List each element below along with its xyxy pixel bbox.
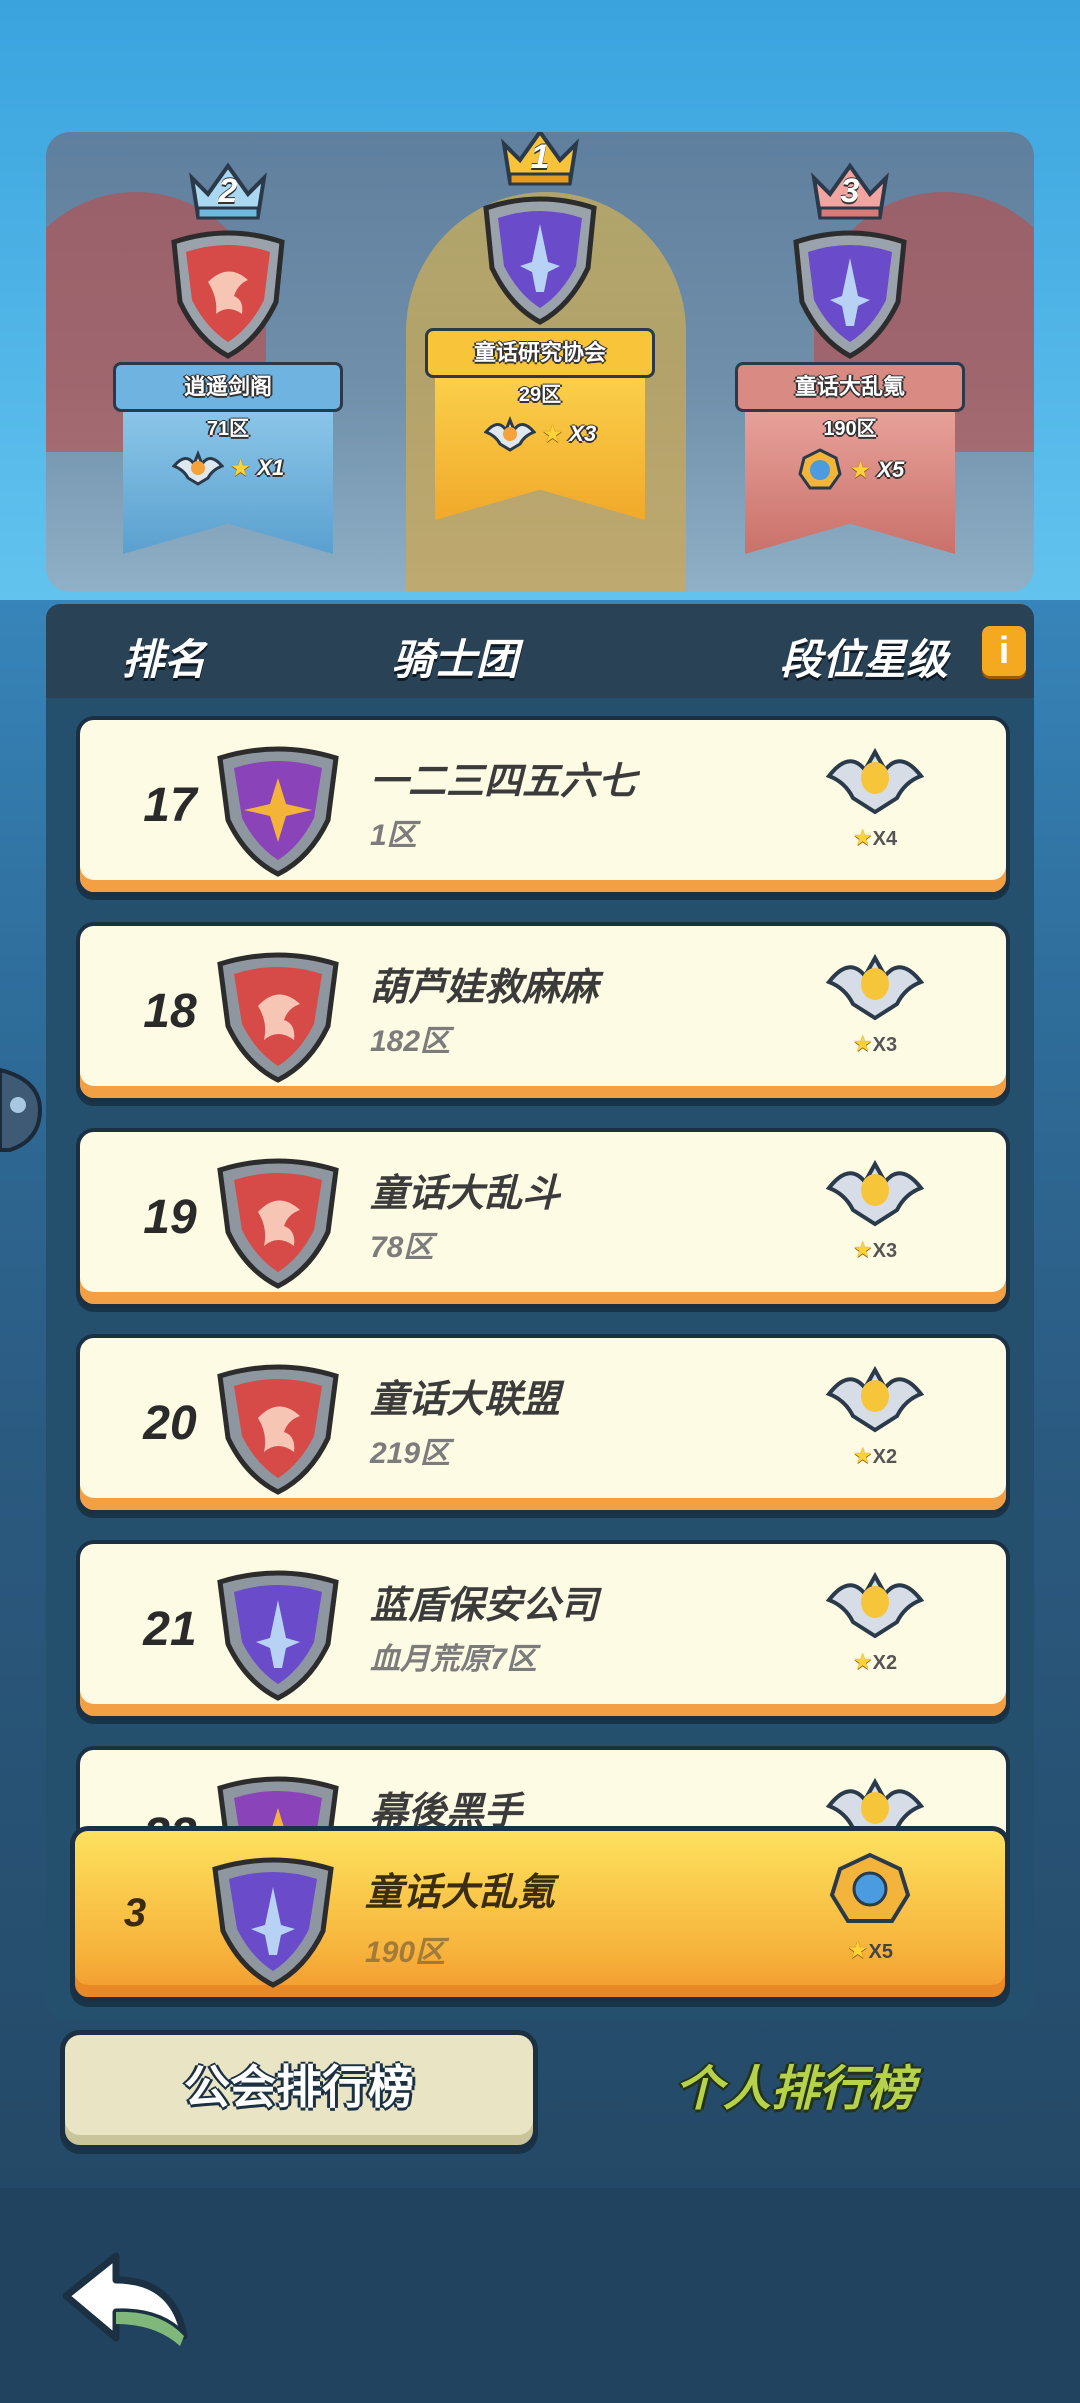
star-icon: ★ xyxy=(847,1937,869,1964)
side-character-icon xyxy=(0,1067,43,1152)
podium-server: 29区 xyxy=(518,384,562,406)
podium-place-2[interactable]: 2 逍遥剑阁 71区 ★ X1 xyxy=(112,158,344,554)
row-server: 血月荒原7区 xyxy=(370,1643,537,1676)
row-guild-name: 葫芦娃救麻麻 xyxy=(370,967,599,1009)
tier-multiplier: X5 xyxy=(868,1941,893,1963)
tier-multiplier: X4 xyxy=(872,828,898,850)
tier-badge: ★X5 xyxy=(815,1851,925,1965)
podium-server: 190区 xyxy=(823,418,877,440)
podium-guild-name: 童话大乱氪 xyxy=(735,362,965,412)
red-eagle-emblem-icon xyxy=(217,952,339,1083)
star-icon: ★ xyxy=(541,420,564,448)
purple-sword-emblem-icon xyxy=(217,1570,339,1701)
star-icon: ★ xyxy=(852,1237,873,1262)
rank-wings-icon xyxy=(171,449,224,486)
list-item[interactable]: 19 童话大乱斗 78区 ★X3 xyxy=(76,1128,1010,1308)
podium-multiplier: X5 xyxy=(877,457,905,482)
list-item[interactable]: 20 童话大联盟 219区 ★X2 xyxy=(76,1334,1010,1514)
tier-multiplier: X3 xyxy=(872,1034,898,1056)
row-guild-name: 童话大乱斗 xyxy=(370,1173,561,1215)
rank-gold-badge-icon xyxy=(798,448,842,490)
row-server: 78区 xyxy=(370,1231,434,1264)
podium-multiplier: X1 xyxy=(257,455,285,480)
ranking-list-header: 排名 骑士团 段位星级 i xyxy=(46,604,1034,698)
tier-multiplier: X2 xyxy=(872,1652,898,1674)
row-server: 1区 xyxy=(370,819,417,852)
top-three-podium: 2 逍遥剑阁 71区 ★ X1 1 童话研究协会 29区 ★ X3 3 童话大乱… xyxy=(46,132,1034,592)
rank-wings-icon xyxy=(483,415,536,452)
red-eagle-emblem-icon xyxy=(217,1364,339,1495)
tier-badge: ★X3 xyxy=(820,1152,930,1263)
my-guild-server: 190区 xyxy=(365,1936,446,1969)
list-item[interactable]: 17 一二三四五六七 1区 ★X4 xyxy=(76,716,1010,896)
back-arrow-icon[interactable] xyxy=(56,2246,196,2356)
podium-place-number: 1 xyxy=(530,138,550,176)
my-guild-name: 童话大乱氪 xyxy=(365,1872,556,1914)
row-rank: 20 xyxy=(143,1397,197,1450)
podium-place-number: 2 xyxy=(218,172,238,210)
purple-star-emblem-icon xyxy=(217,746,339,877)
my-guild-row[interactable]: 3 童话大乱氪 190区 ★X5 xyxy=(70,1826,1010,2002)
podium-banner-1: 童话研究协会 29区 ★ X3 xyxy=(425,328,655,520)
list-item[interactable]: 18 葫芦娃救麻麻 182区 ★X3 xyxy=(76,922,1010,1102)
podium-guild-name: 逍遥剑阁 xyxy=(113,362,343,412)
row-server: 182区 xyxy=(370,1025,451,1058)
list-item[interactable]: 21 蓝盾保安公司 血月荒原7区 ★X2 xyxy=(76,1540,1010,1720)
header-rank: 排名 xyxy=(122,636,207,683)
row-guild-name: 一二三四五六七 xyxy=(370,761,637,803)
row-server: 219区 xyxy=(370,1437,451,1470)
header-tier: 段位星级 xyxy=(780,636,949,683)
star-icon: ★ xyxy=(849,456,872,484)
podium-place-1[interactable]: 1 童话研究协会 29区 ★ X3 xyxy=(424,132,656,520)
winged-tier-icon xyxy=(825,1571,925,1639)
star-icon: ★ xyxy=(852,1443,873,1468)
purple-sword-emblem-icon xyxy=(212,1857,334,1988)
podium-place-number: 3 xyxy=(840,172,860,210)
purple-sword-emblem-icon xyxy=(793,230,907,359)
header-guild: 骑士团 xyxy=(392,636,519,683)
podium-place-3[interactable]: 3 童话大乱氪 190区 ★ X5 xyxy=(734,158,966,554)
tier-badge: ★X2 xyxy=(820,1358,930,1469)
winged-tier-icon xyxy=(825,953,925,1021)
ranking-list[interactable]: 17 一二三四五六七 1区 ★X4 18 葫芦娃救麻麻 182区 ★X3 19 xyxy=(46,698,1034,2020)
tier-badge: ★X3 xyxy=(820,946,930,1057)
star-icon: ★ xyxy=(852,1649,873,1674)
row-rank: 18 xyxy=(143,985,197,1038)
tier-badge: ★X2 xyxy=(820,1564,930,1675)
red-eagle-emblem-icon xyxy=(217,1158,339,1289)
tab-personal-ranking[interactable]: 个人排行榜 xyxy=(560,2030,1030,2150)
winged-tier-icon xyxy=(825,747,925,815)
gold-tier-badge-icon xyxy=(829,1852,911,1923)
row-rank: 19 xyxy=(143,1191,197,1244)
podium-server: 71区 xyxy=(206,418,250,440)
row-rank: 17 xyxy=(143,779,197,832)
star-icon: ★ xyxy=(852,1031,873,1056)
tab-guild-ranking[interactable]: 公会排行榜 xyxy=(60,2030,538,2150)
row-guild-name: 童话大联盟 xyxy=(370,1379,561,1421)
silver-crown-icon: 2 xyxy=(186,158,270,222)
purple-sword-emblem-icon xyxy=(483,196,597,325)
row-guild-name: 蓝盾保安公司 xyxy=(370,1585,599,1627)
winged-tier-icon xyxy=(825,1365,925,1433)
podium-banner-2: 逍遥剑阁 71区 ★ X1 xyxy=(113,362,343,554)
bronze-crown-icon: 3 xyxy=(808,158,892,222)
gold-crown-icon: 1 xyxy=(498,132,582,188)
info-icon[interactable]: i xyxy=(982,626,1026,676)
bottom-bar xyxy=(0,2188,1080,2403)
tier-multiplier: X3 xyxy=(872,1240,898,1262)
winged-tier-icon xyxy=(825,1159,925,1227)
podium-guild-name: 童话研究协会 xyxy=(425,328,655,378)
tier-badge: ★X4 xyxy=(820,740,930,851)
podium-multiplier: X3 xyxy=(569,421,597,446)
star-icon: ★ xyxy=(229,454,252,482)
podium-banner-3: 童话大乱氪 190区 ★ X5 xyxy=(735,362,965,554)
my-guild-rank: 3 xyxy=(123,1891,147,1935)
row-rank: 21 xyxy=(143,1603,197,1656)
star-icon: ★ xyxy=(852,825,873,850)
red-eagle-emblem-icon xyxy=(171,230,285,359)
tier-multiplier: X2 xyxy=(872,1446,898,1468)
